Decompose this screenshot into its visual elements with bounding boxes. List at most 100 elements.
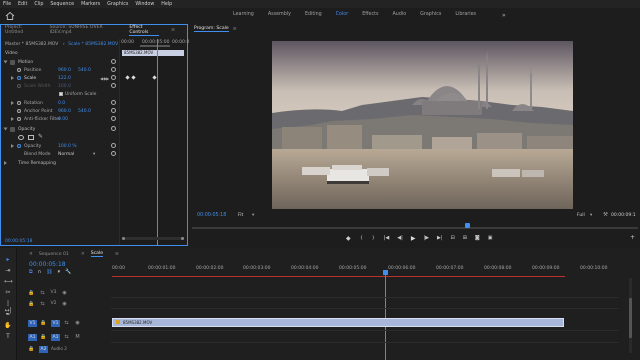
sync-lock-icon[interactable]: ⇆ (63, 334, 70, 340)
stopwatch-icon[interactable] (17, 101, 21, 105)
workspace-audio[interactable]: Audio (393, 12, 407, 17)
reset-icon[interactable] (111, 108, 116, 113)
add-marker-icon[interactable]: ▾ (58, 269, 61, 275)
timeline-vertical-scrollbar[interactable] (629, 278, 632, 353)
chevron-down-icon[interactable]: ▾ (590, 213, 592, 218)
play-icon[interactable]: ▶ (411, 235, 416, 242)
comparison-view-icon[interactable]: ▣ (488, 235, 493, 241)
stopwatch-icon[interactable] (17, 117, 21, 121)
video-clip-v1[interactable]: 85MS382.MOV (112, 318, 564, 327)
workspaces-overflow-button[interactable]: » (502, 12, 506, 19)
menu-graphics[interactable]: Graphics (107, 2, 128, 7)
expand-triangle-icon[interactable] (11, 144, 14, 148)
track-target-v1[interactable]: V1 (51, 319, 60, 327)
menu-edit[interactable]: Edit (18, 2, 27, 7)
expand-triangle-icon[interactable] (3, 60, 8, 64)
program-scrub-bar[interactable] (192, 227, 638, 229)
position-y-value[interactable]: 540.0 (78, 68, 91, 73)
tab-effect-controls[interactable]: Effect Controls (129, 25, 160, 36)
reset-icon[interactable] (111, 75, 116, 80)
lock-icon[interactable]: 🔒 (28, 346, 35, 352)
mute-icon[interactable]: M (74, 334, 81, 340)
ec-opacity-section[interactable]: Opacity (1, 125, 119, 133)
sync-lock-icon[interactable]: ⇆ (63, 320, 70, 326)
menu-markers[interactable]: Markers (81, 2, 100, 7)
chevron-down-icon[interactable]: ▾ (252, 213, 254, 218)
lock-icon[interactable]: 🔒 (28, 290, 35, 296)
timeline-settings-icon[interactable]: 🔧 (65, 269, 71, 275)
workspace-libraries[interactable]: Libraries (455, 12, 476, 17)
razor-tool-icon[interactable]: ✂ (4, 289, 12, 296)
stopwatch-icon[interactable] (17, 144, 21, 148)
keyframe-icon[interactable] (125, 75, 130, 80)
linked-selection-icon[interactable]: ⛓ (46, 269, 52, 275)
reset-icon[interactable] (111, 151, 116, 156)
tab-program-monitor[interactable]: Program: Scale (194, 26, 229, 32)
pen-mask-icon[interactable]: ✎ (38, 133, 43, 140)
add-marker-icon[interactable]: ◆ (346, 235, 351, 242)
timeline-timecode[interactable]: 00:00:05:18 (29, 261, 66, 268)
expand-triangle-icon[interactable] (11, 76, 14, 80)
reset-icon[interactable] (111, 143, 116, 148)
reset-icon[interactable] (111, 126, 116, 131)
nest-toggle-icon[interactable]: ⧉ (29, 269, 33, 275)
go-to-out-icon[interactable]: ▶| (437, 235, 443, 241)
mark-in-icon[interactable]: { (360, 236, 363, 241)
position-x-value[interactable]: 960.0 (58, 68, 71, 73)
ec-zoom-bar[interactable] (140, 45, 170, 47)
panel-menu-icon[interactable]: ≡ (171, 28, 175, 33)
source-patch-a1[interactable]: A1 (28, 333, 37, 341)
keyframe-icon[interactable] (152, 75, 157, 80)
close-icon[interactable]: ✕ (29, 252, 33, 257)
type-tool-icon[interactable]: T (4, 333, 12, 340)
reset-icon[interactable] (111, 83, 116, 88)
keyframe-nav-icon[interactable]: ◀◆▶ (100, 76, 109, 81)
ec-mini-timeline[interactable]: 00:00 00:00:05:00 00:00:0 85MS382.MOV (119, 39, 189, 245)
extract-icon[interactable]: ⊞ (463, 235, 467, 241)
anchor-y-value[interactable]: 540.0 (78, 109, 91, 114)
rotation-value[interactable]: 0.0 (58, 101, 65, 106)
blend-mode-dropdown[interactable]: Normal (58, 152, 74, 157)
slip-tool-icon[interactable]: |↔| (4, 300, 12, 314)
reset-icon[interactable] (111, 116, 116, 121)
lock-icon[interactable]: 🔒 (28, 301, 35, 307)
ellipse-mask-icon[interactable] (18, 134, 24, 140)
source-patch-v1[interactable]: V1 (28, 319, 37, 327)
export-frame-icon[interactable]: ◙ (475, 235, 480, 241)
chevron-down-icon[interactable]: ▾ (93, 152, 95, 157)
step-back-icon[interactable]: ◀| (397, 235, 403, 241)
workspace-assembly[interactable]: Assembly (268, 12, 291, 17)
panel-menu-icon[interactable]: ≡ (115, 252, 119, 257)
keyframe-icon[interactable] (131, 75, 136, 80)
workspace-effects[interactable]: Effects (362, 12, 378, 17)
anchor-x-value[interactable]: 960.0 (58, 109, 71, 114)
program-playhead[interactable] (465, 223, 470, 228)
tab-sequence-01[interactable]: Sequence 01 (39, 252, 69, 257)
ec-playhead[interactable] (157, 39, 158, 245)
hand-tool-icon[interactable]: ✋ (4, 322, 12, 329)
menu-sequence[interactable]: Sequence (50, 2, 74, 7)
ec-scrollbar[interactable] (122, 237, 184, 240)
pen-tool-icon[interactable]: ✒ (4, 311, 12, 318)
stopwatch-icon[interactable] (17, 76, 21, 80)
step-forward-icon[interactable]: |▶ (423, 235, 429, 241)
workspace-learning[interactable]: Learning (233, 12, 254, 17)
home-icon[interactable] (5, 11, 15, 21)
lock-icon[interactable]: 🔒 (40, 334, 47, 340)
antiflicker-value[interactable]: 0.00 (58, 117, 68, 122)
sync-lock-icon[interactable]: ⇆ (39, 301, 46, 307)
menu-file[interactable]: File (3, 2, 11, 7)
program-timecode[interactable]: 00:00:05:18 (197, 213, 226, 218)
track-select-tool-icon[interactable]: ⇥ (4, 267, 12, 274)
eye-icon[interactable]: ◉ (61, 301, 68, 307)
lock-icon[interactable]: 🔒 (40, 320, 47, 326)
track-target-a1[interactable]: A1 (51, 333, 60, 341)
tab-sequence-scale[interactable]: Scale (90, 251, 104, 257)
ec-time-remap-row[interactable]: Time Remapping (1, 159, 119, 167)
close-icon[interactable]: ✕ (81, 252, 85, 257)
snap-icon[interactable]: ∩ (38, 269, 42, 275)
expand-triangle-icon[interactable] (11, 101, 14, 105)
reset-icon[interactable] (111, 100, 116, 105)
expand-triangle-icon[interactable] (3, 127, 8, 131)
track-target-a2[interactable]: A2 (39, 345, 48, 353)
